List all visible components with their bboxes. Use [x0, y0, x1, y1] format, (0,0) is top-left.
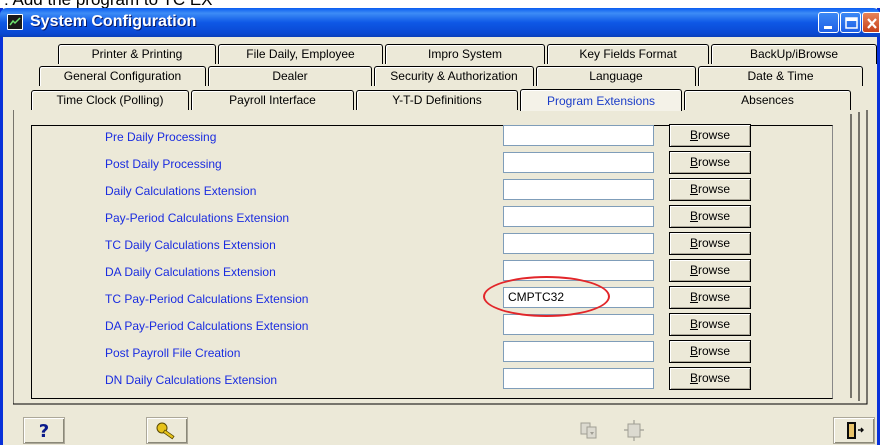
label-pay-period-calculations-extension: Pay-Period Calculations Extension — [105, 211, 290, 225]
tab-general-configuration[interactable]: General Configuration — [39, 66, 206, 86]
close-button[interactable] — [862, 12, 880, 33]
tab-key-fields-format[interactable]: Key Fields Format — [547, 44, 709, 64]
label-post-daily-processing: Post Daily Processing — [105, 157, 222, 171]
maximize-button[interactable] — [840, 12, 861, 33]
post-payroll-file-creation-field[interactable] — [503, 341, 654, 362]
browse-button-tc-daily-calc[interactable]: Browse — [669, 232, 751, 255]
tab-file-daily-employee[interactable]: File Daily, Employee — [218, 44, 383, 64]
key-icon — [156, 422, 175, 440]
browse-button-pre-daily[interactable]: Browse — [669, 124, 751, 147]
save-button[interactable] — [567, 417, 609, 444]
label-tc-pay-period-calculations-extension: TC Pay-Period Calculations Extension — [105, 292, 309, 306]
browse-button-daily-calc[interactable]: Browse — [669, 178, 751, 201]
browse-button-dn-daily-calc[interactable]: Browse — [669, 367, 751, 390]
post-daily-processing-field[interactable] — [503, 152, 654, 173]
dn-daily-calculations-extension-field[interactable] — [503, 368, 654, 389]
browse-button-post-daily[interactable]: Browse — [669, 151, 751, 174]
tab-absences[interactable]: Absences — [684, 90, 851, 110]
label-da-daily-calculations-extension: DA Daily Calculations Extension — [105, 265, 276, 279]
pay-period-calculations-extension-field[interactable] — [503, 206, 654, 227]
window-title: System Configuration — [30, 13, 197, 30]
browse-button-da-daily-calc[interactable]: Browse — [669, 259, 751, 282]
system-configuration-window: System Configuration Printer & Printing … — [0, 8, 880, 445]
tc-daily-calculations-extension-field[interactable] — [503, 233, 654, 254]
tab-date-time[interactable]: Date & Time — [698, 66, 863, 86]
highlight-annotation-ellipse — [483, 276, 610, 317]
bottom-toolbar: ? — [3, 411, 877, 445]
tab-language[interactable]: Language — [536, 66, 696, 86]
close-icon — [867, 18, 877, 29]
tab-impro-system[interactable]: Impro System — [385, 44, 545, 64]
label-da-pay-period-calculations-extension: DA Pay-Period Calculations Extension — [105, 319, 309, 333]
label-pre-daily-processing: Pre Daily Processing — [105, 130, 217, 144]
key-button[interactable] — [146, 417, 188, 444]
daily-calculations-extension-field[interactable] — [503, 179, 654, 200]
help-button[interactable]: ? — [23, 417, 65, 444]
label-daily-calculations-extension: Daily Calculations Extension — [105, 184, 257, 198]
tab-ytd-definitions[interactable]: Y-T-D Definitions — [356, 90, 518, 110]
tab-security-authorization[interactable]: Security & Authorization — [374, 66, 534, 86]
browse-button-pay-period-calc[interactable]: Browse — [669, 205, 751, 228]
save-disabled-icon — [580, 422, 597, 439]
browse-button-da-pay-period-calc[interactable]: Browse — [669, 313, 751, 336]
minimize-icon — [824, 26, 832, 29]
exit-button[interactable] — [833, 417, 875, 444]
tab-payroll-interface[interactable]: Payroll Interface — [191, 90, 354, 110]
title-bar[interactable]: System Configuration — [0, 8, 880, 37]
apply-disabled-icon — [624, 420, 644, 441]
da-pay-period-calculations-extension-field[interactable] — [503, 314, 654, 335]
window-app-icon — [7, 14, 23, 30]
browse-button-tc-pay-period-calc[interactable]: Browse — [669, 286, 751, 309]
tab-backup-ibrowse[interactable]: BackUp/iBrowse — [711, 44, 877, 64]
browse-button-post-payroll[interactable]: Browse — [669, 340, 751, 363]
maximize-icon — [845, 17, 858, 29]
exit-door-icon — [847, 422, 864, 439]
question-mark-icon: ? — [39, 421, 49, 442]
tab-dealer[interactable]: Dealer — [208, 66, 372, 86]
pre-daily-processing-field[interactable] — [503, 125, 654, 146]
svg-text:?: ? — [39, 421, 49, 442]
tab-program-extensions[interactable]: Program Extensions — [520, 89, 682, 111]
minimize-button[interactable] — [818, 12, 839, 33]
tab-printer-printing[interactable]: Printer & Printing — [58, 44, 216, 64]
label-dn-daily-calculations-extension: DN Daily Calculations Extension — [105, 373, 278, 387]
label-tc-daily-calculations-extension: TC Daily Calculations Extension — [105, 238, 276, 252]
tab-time-clock-polling[interactable]: Time Clock (Polling) — [31, 90, 189, 110]
label-post-payroll-file-creation: Post Payroll File Creation — [105, 346, 241, 360]
apply-button[interactable] — [613, 417, 655, 444]
